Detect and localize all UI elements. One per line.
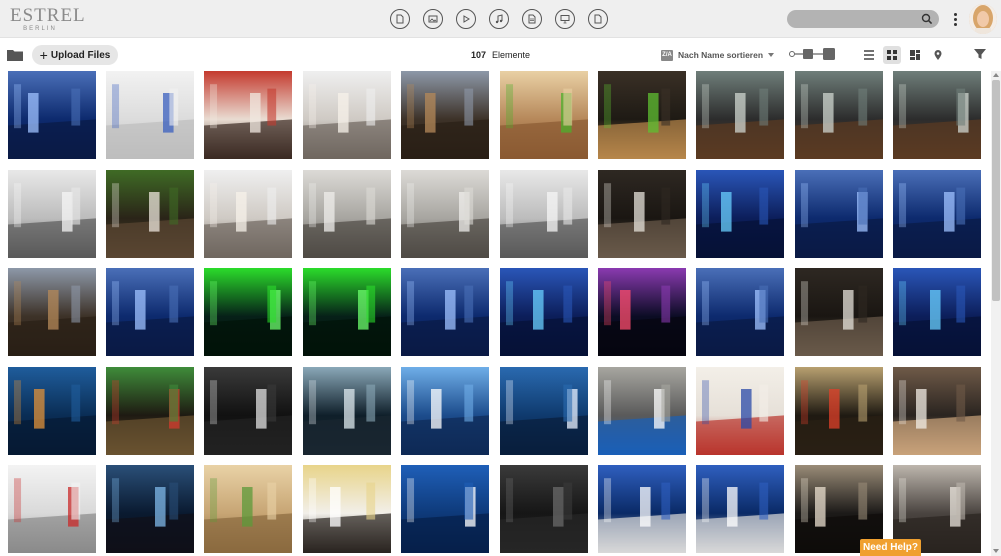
thumbnail-tile[interactable] bbox=[8, 71, 96, 159]
thumbnail-tile[interactable] bbox=[106, 170, 194, 258]
thumbnail-tile[interactable] bbox=[303, 367, 391, 455]
thumbnail-tile[interactable] bbox=[204, 71, 292, 159]
thumbnail-tile[interactable] bbox=[696, 170, 784, 258]
document-icon[interactable] bbox=[390, 9, 410, 29]
filter-icon[interactable] bbox=[973, 47, 987, 61]
search-box bbox=[787, 10, 939, 28]
upload-files-label: Upload Files bbox=[50, 49, 111, 61]
item-count: 107 Elemente bbox=[471, 50, 530, 60]
thumbnail-tile[interactable] bbox=[303, 465, 391, 553]
thumbnail-tile[interactable] bbox=[8, 367, 96, 455]
video-play-icon[interactable] bbox=[456, 9, 476, 29]
thumbnail-tile[interactable] bbox=[893, 170, 981, 258]
thumbnail-tile[interactable] bbox=[204, 367, 292, 455]
thumbnail-tile[interactable] bbox=[401, 465, 489, 553]
music-note-icon[interactable] bbox=[489, 9, 509, 29]
thumbnail-tile[interactable] bbox=[106, 465, 194, 553]
thumbnail-tile[interactable] bbox=[598, 465, 686, 553]
thumbnail-tile[interactable] bbox=[598, 268, 686, 356]
thumbnail-tile[interactable] bbox=[696, 367, 784, 455]
thumbnail-tile[interactable] bbox=[696, 268, 784, 356]
item-count-value: 107 bbox=[471, 50, 487, 60]
plus-icon: + bbox=[39, 47, 48, 63]
thumbnail-tile[interactable] bbox=[696, 71, 784, 159]
thumbnail-tile[interactable] bbox=[8, 465, 96, 553]
thumbnail-tile[interactable] bbox=[500, 268, 588, 356]
thumbnail-tile[interactable] bbox=[598, 170, 686, 258]
thumbnail-tile[interactable] bbox=[696, 465, 784, 553]
thumbnail-tile[interactable] bbox=[204, 465, 292, 553]
thumbnail-tile[interactable] bbox=[500, 170, 588, 258]
thumbnail-tile[interactable] bbox=[401, 268, 489, 356]
thumbnail-tile[interactable] bbox=[795, 170, 883, 258]
scroll-up-arrow-icon[interactable] bbox=[993, 73, 999, 77]
thumbnail-tile[interactable] bbox=[106, 367, 194, 455]
chevron-down-icon bbox=[768, 53, 775, 57]
list-view-icon[interactable] bbox=[860, 46, 878, 64]
scrollbar-thumb[interactable] bbox=[992, 80, 1000, 301]
thumbnail-tile[interactable] bbox=[893, 367, 981, 455]
scroll-down-arrow-icon[interactable] bbox=[993, 549, 999, 553]
image-icon[interactable] bbox=[423, 9, 443, 29]
grid-view-icon[interactable] bbox=[883, 46, 901, 64]
thumbnail-tile[interactable] bbox=[795, 268, 883, 356]
thumbnail-tile[interactable] bbox=[598, 367, 686, 455]
logo-main-text: ESTREL bbox=[10, 5, 86, 26]
folder-icon[interactable] bbox=[7, 49, 23, 61]
avatar[interactable] bbox=[969, 4, 997, 34]
thumbnail-tile[interactable] bbox=[204, 268, 292, 356]
thumbnail-tile[interactable] bbox=[500, 465, 588, 553]
estrel-logo[interactable]: ESTREL BERLIN bbox=[10, 5, 86, 34]
need-help-button[interactable]: Need Help? bbox=[860, 539, 921, 556]
vertical-scrollbar[interactable] bbox=[991, 71, 1001, 556]
thumbnail-tile[interactable] bbox=[500, 367, 588, 455]
media-grid bbox=[8, 71, 983, 556]
search-icon[interactable] bbox=[921, 13, 933, 25]
thumbnail-tile[interactable] bbox=[893, 71, 981, 159]
file-icon[interactable] bbox=[588, 9, 608, 29]
sort-order-icon: Z/A bbox=[661, 49, 673, 61]
search-input[interactable] bbox=[795, 10, 915, 28]
thumbnail-tile[interactable] bbox=[598, 71, 686, 159]
top-header: ESTREL BERLIN bbox=[0, 0, 1001, 38]
sort-dropdown[interactable]: Z/A Nach Name sortieren bbox=[661, 48, 775, 62]
thumbnail-tile[interactable] bbox=[893, 268, 981, 356]
sort-label: Nach Name sortieren bbox=[678, 50, 764, 60]
thumbnail-tile[interactable] bbox=[106, 268, 194, 356]
mosaic-view-icon[interactable] bbox=[906, 46, 924, 64]
thumbnail-tile[interactable] bbox=[401, 367, 489, 455]
upload-files-button[interactable]: + Upload Files bbox=[32, 45, 118, 65]
thumbnail-tile[interactable] bbox=[303, 268, 391, 356]
thumbnail-tile[interactable] bbox=[8, 268, 96, 356]
thumbnail-tile[interactable] bbox=[8, 170, 96, 258]
item-count-label: Elemente bbox=[492, 50, 531, 60]
thumbnail-tile[interactable] bbox=[795, 71, 883, 159]
toolbar: + Upload Files 107 Elemente Z/A Nach Name… bbox=[0, 39, 1001, 69]
thumbnail-tile[interactable] bbox=[303, 170, 391, 258]
more-menu-icon[interactable] bbox=[950, 10, 960, 28]
thumbnail-tile[interactable] bbox=[303, 71, 391, 159]
thumbnail-tile[interactable] bbox=[401, 71, 489, 159]
thumbnail-tile[interactable] bbox=[500, 71, 588, 159]
thumbnail-size-slider[interactable] bbox=[789, 47, 837, 61]
presentation-icon[interactable] bbox=[555, 9, 575, 29]
thumbnail-tile[interactable] bbox=[204, 170, 292, 258]
thumbnail-tile[interactable] bbox=[795, 367, 883, 455]
thumbnail-tile[interactable] bbox=[106, 71, 194, 159]
map-pin-icon[interactable] bbox=[929, 46, 947, 64]
text-file-icon[interactable] bbox=[522, 9, 542, 29]
logo-sub-text: BERLIN bbox=[23, 26, 57, 32]
thumbnail-tile[interactable] bbox=[401, 170, 489, 258]
